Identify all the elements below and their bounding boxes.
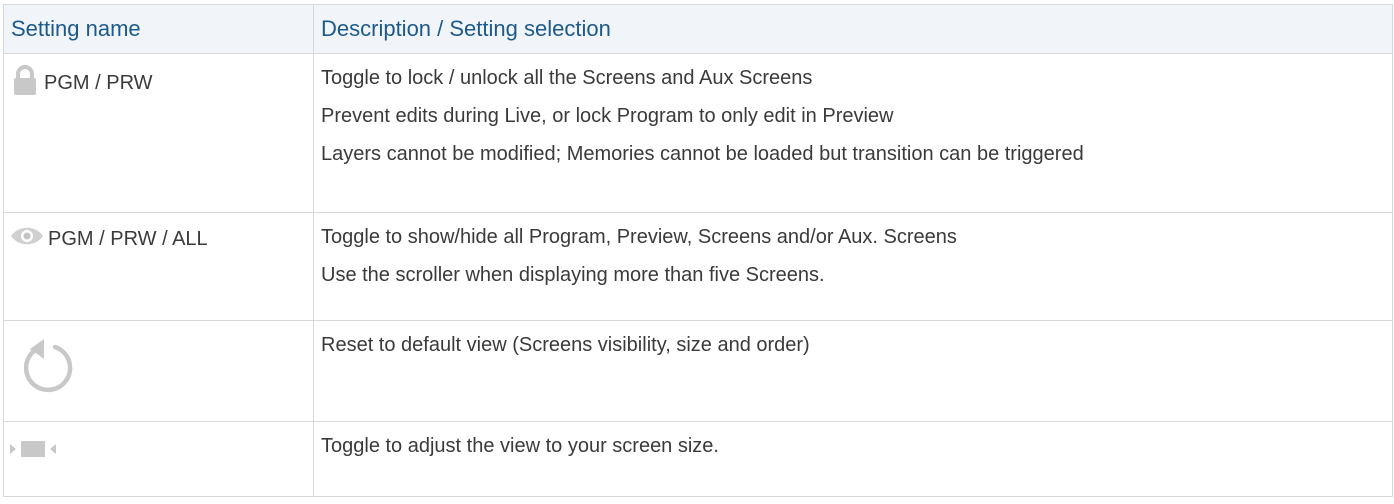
settings-table: Setting name Description / Setting selec… <box>3 4 1393 497</box>
description-line: Toggle to adjust the view to your screen… <box>321 435 719 457</box>
setting-name-label: PGM / PRW <box>44 71 153 94</box>
setting-description-cell: Toggle to show/hide all Program, Preview… <box>313 212 1393 321</box>
setting-name-cell <box>3 320 314 422</box>
description-line: Use the scroller when displaying more th… <box>321 264 825 286</box>
description-line: Prevent edits during Live, or lock Progr… <box>321 105 894 127</box>
setting-name-cell: PGM / PRW <box>3 53 314 213</box>
setting-description-cell: Reset to default view (Screens visibilit… <box>313 320 1393 422</box>
setting-name-cell <box>3 421 314 497</box>
description-line: Reset to default view (Screens visibilit… <box>321 334 810 356</box>
fit-screen-icon <box>10 438 58 466</box>
description-line: Toggle to lock / unlock all the Screens … <box>321 67 813 89</box>
setting-description-cell: Toggle to adjust the view to your screen… <box>313 421 1393 497</box>
column-header-setting-name: Setting name <box>3 4 314 54</box>
table-row: Reset to default view (Screens visibilit… <box>3 320 1393 422</box>
description-line: Layers cannot be modified; Memories cann… <box>321 143 1084 165</box>
setting-description-cell: Toggle to lock / unlock all the Screens … <box>313 53 1393 213</box>
table-header-row: Setting name Description / Setting selec… <box>3 4 1393 54</box>
setting-name-label: PGM / PRW / ALL <box>48 227 208 250</box>
column-header-description: Description / Setting selection <box>313 4 1393 54</box>
table-row: PGM / PRW Toggle to lock / unlock all th… <box>3 53 1393 213</box>
setting-name-cell: PGM / PRW / ALL <box>3 212 314 321</box>
table-row: Toggle to adjust the view to your screen… <box>3 421 1393 497</box>
lock-icon <box>10 65 40 101</box>
eye-icon <box>10 224 44 254</box>
reset-icon <box>10 333 76 405</box>
description-line: Toggle to show/hide all Program, Preview… <box>321 226 957 248</box>
table-row: PGM / PRW / ALL Toggle to show/hide all … <box>3 212 1393 321</box>
